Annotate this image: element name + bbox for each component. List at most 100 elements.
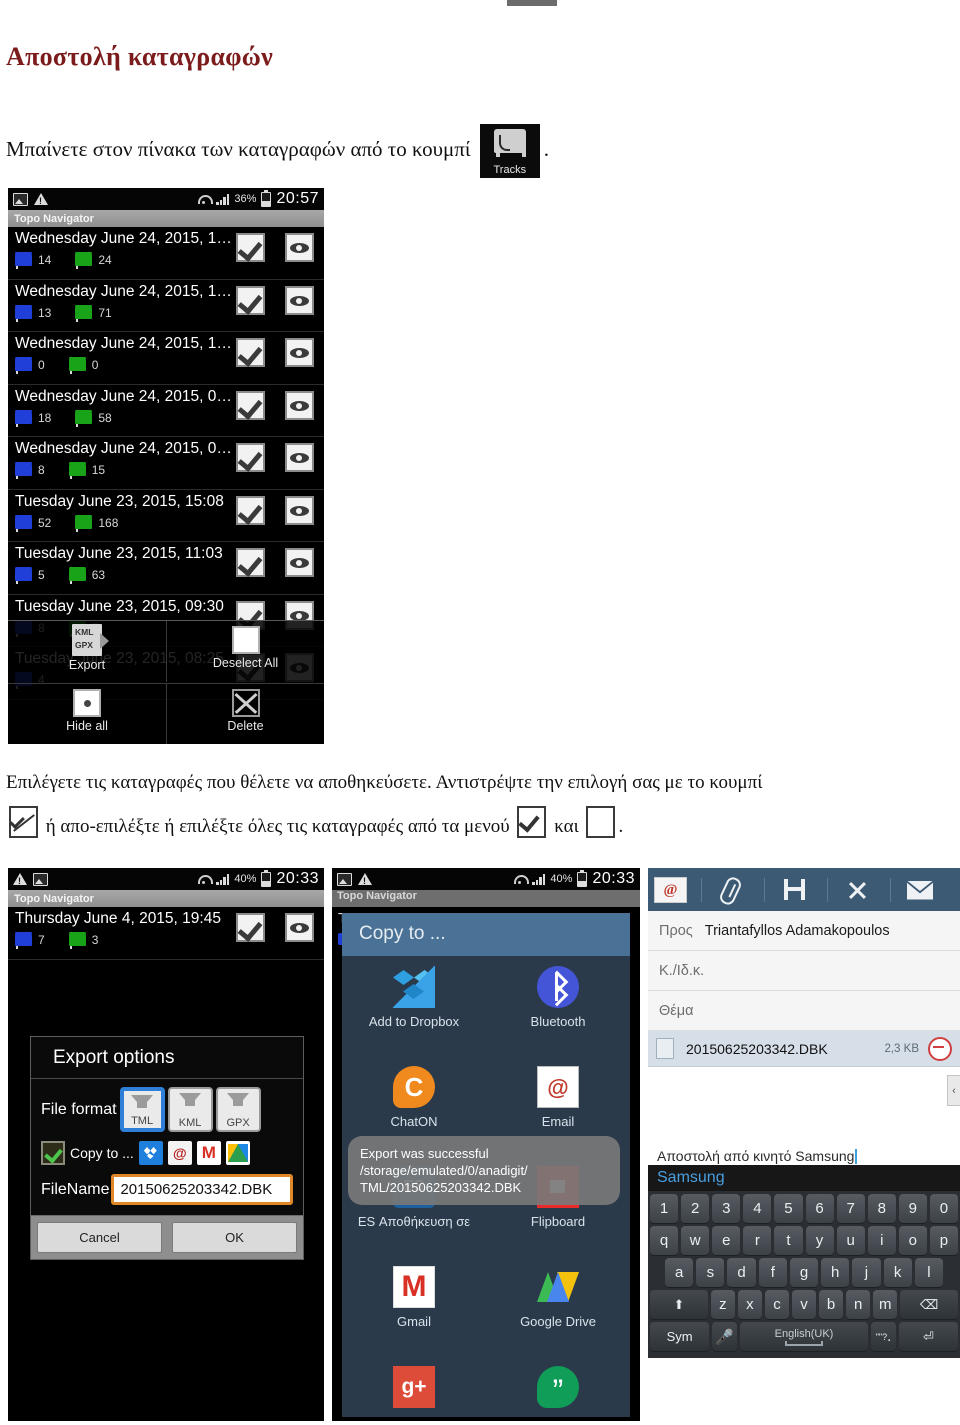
visibility-toggle[interactable] (285, 548, 314, 577)
select-checkbox[interactable] (236, 390, 265, 420)
key-v[interactable]: v (791, 1290, 817, 1319)
dropbox-icon[interactable] (138, 1141, 163, 1165)
key-8[interactable]: 8 (867, 1194, 896, 1223)
key-b[interactable]: b (819, 1290, 844, 1319)
share-item-dropbox[interactable]: Add to Dropbox (342, 966, 486, 1066)
shift-key[interactable]: ⬆ (650, 1290, 708, 1319)
remove-attachment-button[interactable] (928, 1036, 952, 1061)
key-g[interactable]: g (789, 1258, 819, 1287)
key-0[interactable]: 0 (929, 1194, 958, 1223)
cancel-button[interactable]: Cancel (37, 1222, 162, 1253)
key-9[interactable]: 9 (898, 1194, 927, 1223)
enter-key[interactable]: ⏎ (898, 1322, 959, 1351)
visibility-toggle[interactable] (285, 495, 314, 525)
key-y[interactable]: y (805, 1226, 834, 1255)
visibility-toggle[interactable] (285, 913, 314, 942)
format-button-gpx[interactable]: GPX (215, 1087, 261, 1132)
table-row[interactable]: Wednesday June 24, 2015, 1… 13 71 (8, 280, 324, 332)
table-row[interactable]: Tuesday June 23, 2015, 15:08 52 168 (8, 490, 324, 542)
key-i[interactable]: i (867, 1226, 896, 1255)
visibility-toggle[interactable] (285, 390, 314, 420)
key-3[interactable]: 3 (712, 1194, 741, 1223)
share-item-google-drive[interactable]: Google Drive (486, 1266, 630, 1366)
key-2[interactable]: 2 (681, 1194, 710, 1223)
table-row[interactable]: Tuesday June 23, 2015, 11:03 5 63 (8, 542, 324, 595)
key-w[interactable]: w (681, 1226, 710, 1255)
key-q[interactable]: q (650, 1226, 679, 1255)
select-checkbox[interactable] (236, 548, 265, 577)
key-e[interactable]: e (712, 1226, 741, 1255)
key-n[interactable]: n (846, 1290, 871, 1319)
space-key[interactable]: English(UK) (739, 1322, 869, 1351)
key-z[interactable]: z (710, 1290, 735, 1319)
key-7[interactable]: 7 (836, 1194, 865, 1223)
email-body[interactable]: ‹ Αποστολή από κινητό Samsung (648, 1067, 960, 1165)
select-checkbox[interactable] (236, 338, 265, 367)
share-item-hangouts[interactable] (486, 1366, 630, 1421)
email-icon[interactable] (167, 1141, 192, 1165)
format-button-kml[interactable]: KML (167, 1087, 213, 1132)
key-5[interactable]: 5 (774, 1194, 803, 1223)
google-drive-icon[interactable] (225, 1141, 250, 1165)
key-6[interactable]: 6 (805, 1194, 834, 1223)
select-checkbox[interactable] (236, 285, 265, 315)
key-m[interactable]: m (873, 1290, 898, 1319)
key-d[interactable]: d (727, 1258, 756, 1287)
close-icon[interactable] (836, 875, 876, 905)
menu-item-delete[interactable]: Delete (166, 682, 324, 744)
select-checkbox[interactable] (236, 443, 265, 472)
side-panel-toggle[interactable]: ‹ (947, 1075, 960, 1106)
visibility-toggle[interactable] (285, 233, 314, 262)
save-icon[interactable] (773, 875, 813, 905)
share-item-bluetooth[interactable]: Bluetooth (486, 966, 630, 1066)
key-h[interactable]: h (821, 1258, 850, 1287)
visibility-toggle[interactable] (285, 338, 314, 367)
select-checkbox[interactable] (236, 913, 265, 942)
email-cc-bcc-field[interactable]: Κ./Ιδ.κ. (648, 951, 960, 991)
visibility-toggle[interactable] (285, 285, 314, 315)
key-c[interactable]: c (764, 1290, 789, 1319)
share-item-google-plus[interactable] (342, 1366, 486, 1421)
keyboard-suggestion-bar[interactable]: Samsung (648, 1165, 960, 1191)
key-j[interactable]: j (852, 1258, 881, 1287)
menu-item-hide-all[interactable]: Hide all (8, 682, 166, 744)
gmail-icon[interactable] (196, 1141, 221, 1165)
table-row[interactable]: Wednesday June 24, 2015, 1… 0 0 (8, 332, 324, 385)
key-l[interactable]: l (914, 1258, 943, 1287)
menu-item-export[interactable]: KML GPX Export (8, 621, 166, 682)
key-u[interactable]: u (836, 1226, 865, 1255)
backspace-key[interactable]: ⌫ (900, 1290, 958, 1319)
table-row[interactable]: Thursday June 4, 2015, 19:45 7 3 (8, 907, 324, 960)
ok-button[interactable]: OK (172, 1222, 297, 1253)
table-row[interactable]: Wednesday June 24, 2015, 0… 18 58 (8, 385, 324, 437)
key-k[interactable]: k (883, 1258, 912, 1287)
key-1[interactable]: 1 (650, 1194, 679, 1223)
send-icon[interactable] (899, 875, 939, 905)
table-row[interactable]: Wednesday June 24, 2015, 1… 14 24 (8, 227, 324, 280)
key-t[interactable]: t (774, 1226, 803, 1255)
key-o[interactable]: o (898, 1226, 927, 1255)
key-r[interactable]: r (743, 1226, 772, 1255)
key-a[interactable]: a (665, 1258, 694, 1287)
select-checkbox[interactable] (236, 233, 265, 262)
menu-item-deselect-all[interactable]: Deselect All (166, 621, 324, 682)
key-x[interactable]: x (737, 1290, 762, 1319)
share-item-gmail[interactable]: Gmail (342, 1266, 486, 1366)
email-to-field[interactable]: Προς Triantafyllos Adamakopoulos (648, 911, 960, 951)
copy-to-checkbox[interactable] (41, 1141, 65, 1165)
key-p[interactable]: p (929, 1226, 958, 1255)
key-f[interactable]: f (758, 1258, 787, 1287)
filename-input[interactable]: 20150625203342.DBK (111, 1174, 293, 1205)
attachment-row[interactable]: 20150625203342.DBK 2,3 KB (648, 1031, 960, 1067)
paperclip-icon[interactable] (710, 874, 750, 907)
key-4[interactable]: 4 (743, 1194, 772, 1223)
email-subject-field[interactable]: Θέμα (648, 991, 960, 1031)
sym-key[interactable]: Sym (650, 1322, 710, 1351)
select-checkbox[interactable] (236, 495, 265, 525)
format-button-tml[interactable]: TML (119, 1087, 165, 1132)
table-row[interactable]: Wednesday June 24, 2015, 0… 8 15 (8, 437, 324, 490)
key-s[interactable]: s (696, 1258, 725, 1287)
period-key[interactable]: ""? . (871, 1322, 896, 1351)
visibility-toggle[interactable] (285, 443, 314, 472)
mic-icon[interactable]: 🎤 (712, 1322, 737, 1351)
